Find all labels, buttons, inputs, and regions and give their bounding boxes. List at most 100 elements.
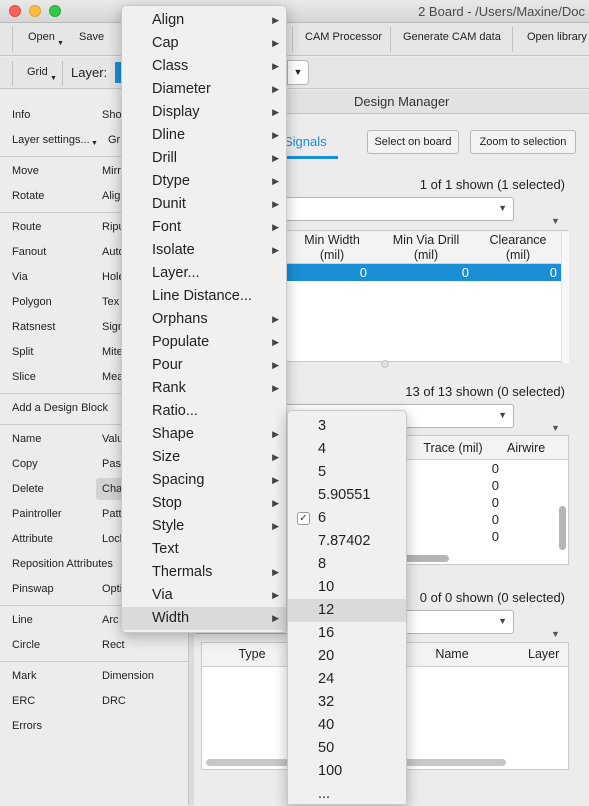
clearance-column-header[interactable]: Clearance (mil) [477, 233, 559, 263]
chevron-down-icon[interactable]: ▼ [551, 216, 560, 226]
menu-item-ratio[interactable]: Ratio... [122, 400, 286, 423]
grid-button[interactable]: Grid ▼ [27, 66, 57, 82]
mirror-command[interactable]: Mirr [102, 165, 121, 177]
tab-signals[interactable]: Signals [284, 134, 327, 149]
move-command[interactable]: Move [12, 165, 39, 177]
width-option[interactable]: 50 [288, 737, 406, 760]
route-command[interactable]: Route [12, 221, 41, 233]
chevron-down-icon[interactable]: ▼ [551, 629, 560, 639]
width-option[interactable]: 12 [288, 599, 406, 622]
fanout-command[interactable]: Fanout [12, 246, 46, 258]
menu-item-pour[interactable]: Pour ▶ [122, 354, 286, 377]
layer-select-dropdown[interactable]: ▼ [287, 60, 309, 85]
delete-command[interactable]: Delete [12, 483, 44, 495]
name-command[interactable]: Name [12, 433, 41, 445]
airwire-column-header[interactable]: Airwire [507, 441, 557, 456]
width-option[interactable]: 5 [288, 461, 406, 484]
layer-column-header[interactable]: Layer [528, 647, 578, 662]
zoom-to-selection-button[interactable]: Zoom to selection [470, 130, 576, 154]
optimize-command[interactable]: Opti [102, 583, 122, 595]
name-column-header[interactable]: Name [422, 647, 482, 662]
via-command[interactable]: Via [12, 271, 28, 283]
menu-item-via[interactable]: Via ▶ [122, 584, 286, 607]
width-option[interactable]: ... [288, 783, 406, 806]
cam-processor-button[interactable]: CAM Processor [305, 31, 382, 43]
menu-item-dunit[interactable]: Dunit ▶ [122, 193, 286, 216]
menu-item-align[interactable]: Align ▶ [122, 9, 286, 32]
width-option[interactable]: ✓ 6 [288, 507, 406, 530]
trace-column-header[interactable]: Trace (mil) [415, 441, 491, 456]
menu-item-stop[interactable]: Stop ▶ [122, 492, 286, 515]
rect-command[interactable]: Rect [102, 639, 125, 651]
section-splitter-handle[interactable] [381, 360, 389, 368]
errors-command[interactable]: Errors [12, 720, 42, 732]
width-option[interactable]: 40 [288, 714, 406, 737]
width-option[interactable]: 20 [288, 645, 406, 668]
menu-item-populate[interactable]: Populate ▶ [122, 331, 286, 354]
slice-command[interactable]: Slice [12, 371, 36, 383]
split-command[interactable]: Split [12, 346, 33, 358]
layer-settings-command[interactable]: Layer settings... [12, 134, 90, 146]
menu-item-text[interactable]: Text [122, 538, 286, 561]
menu-item-size[interactable]: Size ▶ [122, 446, 286, 469]
signals-vertical-scrollbar[interactable] [559, 506, 566, 550]
pinswap-command[interactable]: Pinswap [12, 583, 54, 595]
width-option[interactable]: 5.90551 [288, 484, 406, 507]
open-button[interactable]: Open ▼ [28, 31, 64, 47]
width-option[interactable]: 3 [288, 415, 406, 438]
width-option[interactable]: 100 [288, 760, 406, 783]
menu-item-spacing[interactable]: Spacing ▶ [122, 469, 286, 492]
width-option[interactable]: 24 [288, 668, 406, 691]
ratsnest-command[interactable]: Ratsnest [12, 321, 55, 333]
copy-command[interactable]: Copy [12, 458, 38, 470]
width-option[interactable]: 10 [288, 576, 406, 599]
text-command[interactable]: Tex [102, 296, 119, 308]
generate-cam-data-button[interactable]: Generate CAM data [403, 31, 501, 43]
mark-command[interactable]: Mark [12, 670, 36, 682]
menu-item-style[interactable]: Style ▶ [122, 515, 286, 538]
align-command[interactable]: Alig [102, 190, 120, 202]
add-design-block-command[interactable]: Add a Design Block [12, 402, 108, 414]
circle-command[interactable]: Circle [12, 639, 40, 651]
width-option[interactable]: 32 [288, 691, 406, 714]
menu-item-display[interactable]: Display ▶ [122, 101, 286, 124]
min-via-drill-column-header[interactable]: Min Via Drill (mil) [381, 233, 471, 263]
menu-item-dline[interactable]: Dline ▶ [122, 124, 286, 147]
menu-item-layer[interactable]: Layer... [122, 262, 286, 285]
width-option[interactable]: 7.87402 [288, 530, 406, 553]
polygon-command[interactable]: Polygon [12, 296, 52, 308]
reposition-attributes-command[interactable]: Reposition Attributes [12, 558, 113, 570]
dimension-command[interactable]: Dimension [102, 670, 154, 682]
menu-item-thermals[interactable]: Thermals ▶ [122, 561, 286, 584]
change-command[interactable]: Cha [102, 483, 122, 495]
select-on-board-button[interactable]: Select on board [367, 130, 459, 154]
menu-item-orphans[interactable]: Orphans ▶ [122, 308, 286, 331]
group-command[interactable]: Gr [108, 134, 120, 146]
menu-item-width[interactable]: Width ▶ [122, 607, 286, 630]
menu-item-line-distance[interactable]: Line Distance... [122, 285, 286, 308]
open-library-button[interactable]: Open library [527, 31, 587, 43]
rotate-command[interactable]: Rotate [12, 190, 44, 202]
width-option[interactable]: 16 [288, 622, 406, 645]
info-command[interactable]: Info [12, 109, 30, 121]
type-column-header[interactable]: Type [222, 647, 282, 662]
menu-item-rank[interactable]: Rank ▶ [122, 377, 286, 400]
show-command[interactable]: Sho [102, 109, 122, 121]
drc-command[interactable]: DRC [102, 695, 126, 707]
menu-item-shape[interactable]: Shape ▶ [122, 423, 286, 446]
line-command[interactable]: Line [12, 614, 33, 626]
width-option[interactable]: 8 [288, 553, 406, 576]
menu-item-diameter[interactable]: Diameter ▶ [122, 78, 286, 101]
save-button[interactable]: Save [79, 31, 104, 43]
menu-item-drill[interactable]: Drill ▶ [122, 147, 286, 170]
menu-item-font[interactable]: Font ▶ [122, 216, 286, 239]
menu-item-cap[interactable]: Cap ▶ [122, 32, 286, 55]
menu-item-class[interactable]: Class ▶ [122, 55, 286, 78]
classes-scrollbar[interactable] [561, 231, 569, 363]
close-window-button[interactable] [9, 5, 21, 17]
arc-command[interactable]: Arc [102, 614, 119, 626]
zoom-window-button[interactable] [49, 5, 61, 17]
chevron-down-icon[interactable]: ▼ [551, 423, 560, 433]
min-width-column-header[interactable]: Min Width (mil) [287, 233, 377, 263]
menu-item-isolate[interactable]: Isolate ▶ [122, 239, 286, 262]
